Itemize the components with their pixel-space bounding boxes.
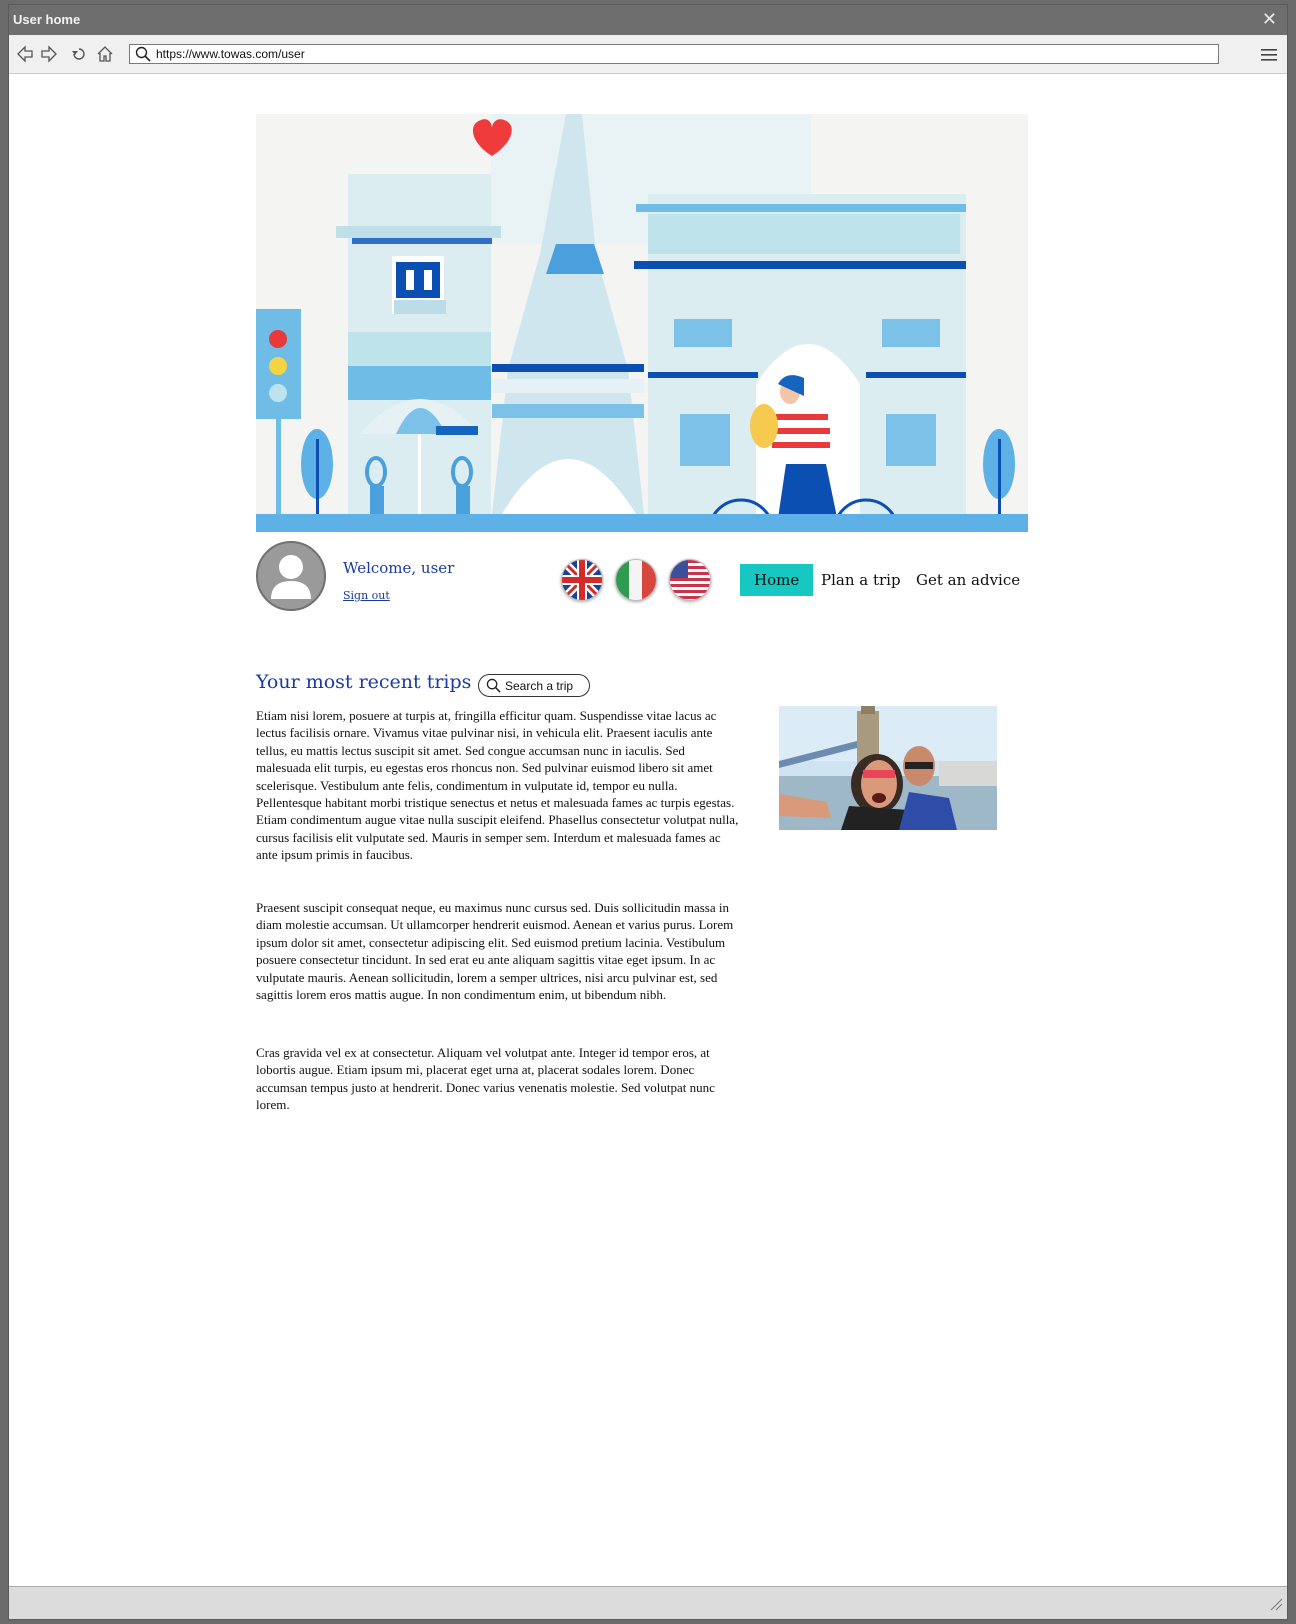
nav-get-an-advice[interactable]: Get an advice [916,564,1020,596]
browser-window: User home ✕ https://www.towas.com/user W… [8,4,1288,1620]
window-title: User home [13,12,81,27]
flag-uk-icon[interactable] [561,559,603,601]
status-bar [9,1586,1287,1619]
flag-italy-icon[interactable] [615,559,657,601]
back-arrow-icon[interactable] [15,44,35,64]
trip-paragraph: Cras gravida vel ex at consectetur. Aliq… [256,1045,715,1113]
search-icon [135,46,151,67]
section-title: Your most recent trips [256,671,472,693]
forward-arrow-icon[interactable] [39,44,59,64]
sign-out-link[interactable]: Sign out [343,589,390,602]
resize-grip-icon[interactable] [1269,1597,1283,1616]
nav-home[interactable]: Home [740,564,814,596]
flag-usa-icon[interactable] [669,559,711,601]
url-text: https://www.towas.com/user [156,47,305,61]
search-trip-button[interactable]: Search a trip [478,674,590,697]
browser-toolbar: https://www.towas.com/user [9,35,1287,74]
nav-plan-a-trip[interactable]: Plan a trip [821,564,901,596]
page-content: Welcome, user Sign out Home Plan a trip … [9,74,1287,1587]
trip-paragraph: Praesent suscipit consequat neque, eu ma… [256,900,734,1003]
trip-paragraph: Etiam nisi lorem, posuere at turpis at, … [256,708,739,863]
address-bar[interactable]: https://www.towas.com/user [129,44,1219,64]
reload-icon[interactable] [69,44,89,64]
close-icon[interactable]: ✕ [1262,9,1277,30]
trip-photo[interactable] [779,706,997,830]
welcome-message: Welcome, user [343,559,455,577]
search-icon [486,678,501,698]
paris-hero-illustration [256,114,1028,532]
search-trip-label: Search a trip [505,679,574,693]
hamburger-menu-icon[interactable] [1261,48,1277,67]
home-icon[interactable] [95,44,115,64]
user-avatar[interactable] [256,541,326,611]
title-bar: User home ✕ [9,5,1287,35]
